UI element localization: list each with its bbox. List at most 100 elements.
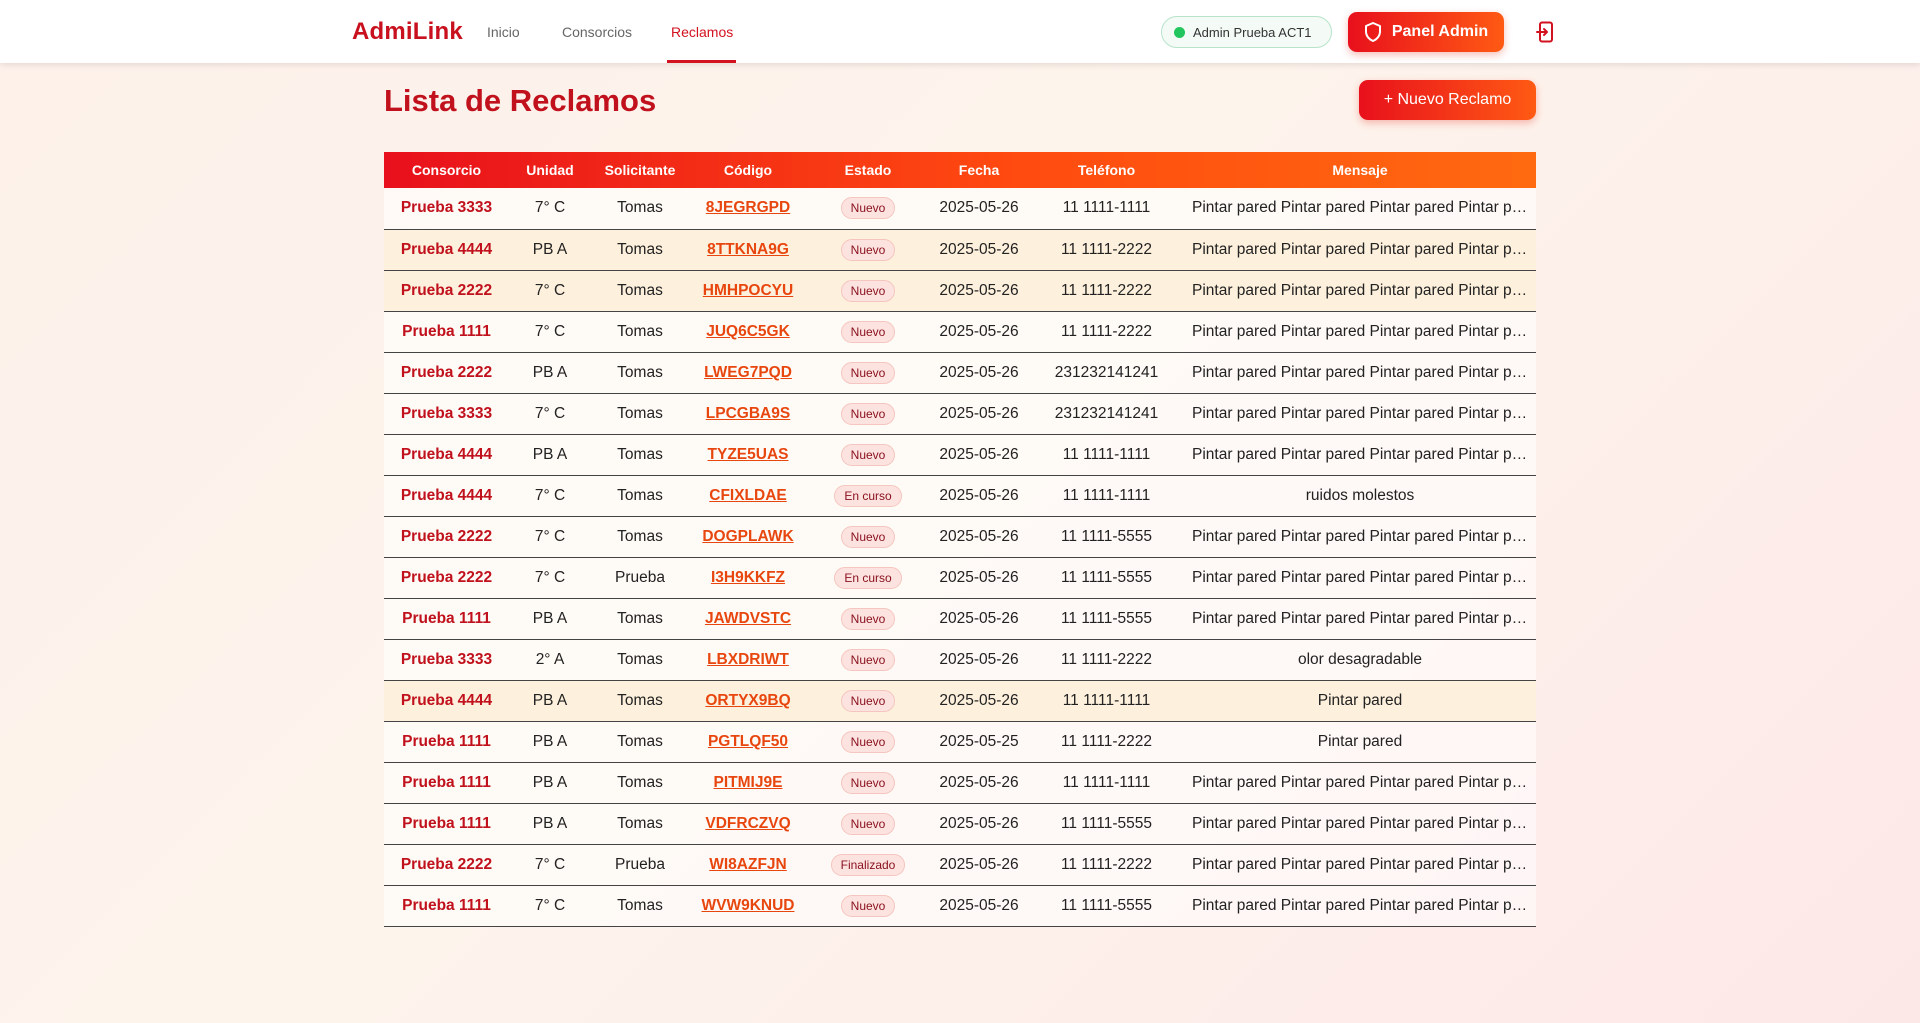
cell-codigo: HMHPOCYU (689, 270, 807, 312)
codigo-link[interactable]: JUQ6C5GK (706, 323, 790, 340)
cell-estado: Nuevo (807, 311, 929, 353)
page-title: Lista de Reclamos (384, 83, 657, 118)
cell-unidad: 2° A (509, 639, 591, 681)
column-header-solicitante[interactable]: Solicitante (591, 152, 689, 188)
codigo-link[interactable]: WI8AZFJN (709, 856, 787, 873)
cell-telefono: 11 1111-5555 (1029, 557, 1184, 599)
table-row[interactable]: Prueba 3333 7° C Tomas 8JEGRGPD Nuevo 2025-05… (384, 188, 1536, 230)
brand-logo[interactable]: AdmiLink (352, 18, 463, 46)
cell-mensaje: Pintar pared Pintar pared Pintar pared P… (1184, 188, 1536, 230)
table-row[interactable]: Prueba 1111 PB A Tomas PITMIJ9E Nuevo 2025-05… (384, 762, 1536, 804)
cell-telefono: 11 1111-5555 (1029, 516, 1184, 558)
nav-inicio[interactable]: Inicio (487, 24, 520, 40)
codigo-link[interactable]: HMHPOCYU (703, 282, 793, 299)
cell-unidad: 7° C (509, 270, 591, 312)
codigo-link[interactable]: WVW9KNUD (702, 897, 795, 914)
cell-unidad: PB A (509, 229, 591, 271)
new-reclamo-button[interactable]: + Nuevo Reclamo (1359, 80, 1536, 120)
cell-consorcio: Prueba 3333 (384, 393, 509, 435)
codigo-link[interactable]: 8JEGRGPD (706, 199, 790, 216)
panel-admin-button[interactable]: Panel Admin (1348, 12, 1504, 52)
cell-telefono: 11 1111-2222 (1029, 844, 1184, 886)
table-row[interactable]: Prueba 4444 PB A Tomas 8TTKNA9G Nuevo 2025-05… (384, 229, 1536, 271)
codigo-link[interactable]: DOGPLAWK (702, 528, 793, 545)
cell-codigo: TYZE5UAS (689, 434, 807, 476)
column-header-mensaje[interactable]: Mensaje (1184, 152, 1536, 188)
table-row[interactable]: Prueba 1111 PB A Tomas VDFRCZVQ Nuevo 2025-05… (384, 803, 1536, 845)
codigo-link[interactable]: CFIXLDAE (709, 487, 787, 504)
codigo-link[interactable]: JAWDVSTC (705, 610, 791, 627)
panel-admin-label: Panel Admin (1391, 23, 1489, 40)
cell-fecha: 2025-05-26 (929, 516, 1029, 558)
cell-mensaje: Pintar pared Pintar pared Pintar pared P… (1184, 557, 1536, 599)
status-badge: Nuevo (840, 279, 896, 302)
cell-consorcio: Prueba 1111 (384, 311, 509, 353)
cell-fecha: 2025-05-26 (929, 680, 1029, 722)
column-header-unidad[interactable]: Unidad (509, 152, 591, 188)
status-badge: Nuevo (840, 402, 896, 425)
nav-reclamos[interactable]: Reclamos (671, 24, 733, 40)
cell-consorcio: Prueba 3333 (384, 188, 509, 230)
cell-mensaje: Pintar pared Pintar pared Pintar pared P… (1184, 229, 1536, 271)
table-row[interactable]: Prueba 3333 2° A Tomas LBXDRIWT Nuevo 2025-05… (384, 639, 1536, 681)
cell-solicitante: Tomas (591, 393, 689, 435)
cell-solicitante: Tomas (591, 885, 689, 927)
cell-telefono: 11 1111-5555 (1029, 803, 1184, 845)
cell-solicitante: Tomas (591, 598, 689, 640)
codigo-link[interactable]: VDFRCZVQ (705, 815, 790, 832)
nav-consorcios[interactable]: Consorcios (562, 24, 632, 40)
column-header-codigo[interactable]: Código (689, 152, 807, 188)
cell-solicitante: Tomas (591, 680, 689, 722)
cell-estado: En curso (807, 557, 929, 599)
cell-unidad: 7° C (509, 393, 591, 435)
cell-estado: Nuevo (807, 229, 929, 271)
cell-codigo: 8TTKNA9G (689, 229, 807, 271)
codigo-link[interactable]: ORTYX9BQ (705, 692, 790, 709)
codigo-link[interactable]: LPCGBA9S (706, 405, 790, 422)
column-header-fecha[interactable]: Fecha (929, 152, 1029, 188)
column-header-estado[interactable]: Estado (807, 152, 929, 188)
cell-codigo: JAWDVSTC (689, 598, 807, 640)
codigo-link[interactable]: LBXDRIWT (707, 651, 789, 668)
cell-mensaje: Pintar pared Pintar pared Pintar pared P… (1184, 516, 1536, 558)
status-badge: Nuevo (840, 894, 896, 917)
table-row[interactable]: Prueba 4444 PB A Tomas TYZE5UAS Nuevo 2025-05… (384, 434, 1536, 476)
cell-fecha: 2025-05-26 (929, 557, 1029, 599)
column-header-telefono[interactable]: Teléfono (1029, 152, 1184, 188)
table-header-row: Consorcio Unidad Solicitante Código Esta… (384, 152, 1536, 188)
codigo-link[interactable]: LWEG7PQD (704, 364, 792, 381)
cell-mensaje: Pintar pared (1184, 721, 1536, 763)
logout-icon[interactable] (1536, 21, 1556, 43)
cell-telefono: 11 1111-1111 (1029, 680, 1184, 722)
codigo-link[interactable]: PGTLQF50 (708, 733, 788, 750)
cell-solicitante: Tomas (591, 434, 689, 476)
table-row[interactable]: Prueba 1111 PB A Tomas JAWDVSTC Nuevo 2025-05… (384, 598, 1536, 640)
cell-consorcio: Prueba 4444 (384, 229, 509, 271)
table-row[interactable]: Prueba 4444 7° C Tomas CFIXLDAE En curso 2025… (384, 475, 1536, 517)
table-row[interactable]: Prueba 2222 7° C Prueba I3H9KKFZ En curso 202… (384, 557, 1536, 599)
codigo-link[interactable]: TYZE5UAS (708, 446, 789, 463)
cell-unidad: PB A (509, 352, 591, 394)
table-row[interactable]: Prueba 2222 PB A Tomas LWEG7PQD Nuevo 2025-05… (384, 352, 1536, 394)
table-row[interactable]: Prueba 1111 7° C Tomas WVW9KNUD Nuevo 2025-05… (384, 885, 1536, 927)
table-row[interactable]: Prueba 2222 7° C Tomas DOGPLAWK Nuevo 2025-05… (384, 516, 1536, 558)
table-row[interactable]: Prueba 1111 PB A Tomas PGTLQF50 Nuevo 2025-05… (384, 721, 1536, 763)
nav-active-indicator (667, 60, 736, 63)
cell-codigo: 8JEGRGPD (689, 188, 807, 230)
table-row[interactable]: Prueba 1111 7° C Tomas JUQ6C5GK Nuevo 2025-05… (384, 311, 1536, 353)
table-row[interactable]: Prueba 2222 7° C Tomas HMHPOCYU Nuevo 2025-05… (384, 270, 1536, 312)
cell-consorcio: Prueba 4444 (384, 434, 509, 476)
cell-consorcio: Prueba 1111 (384, 803, 509, 845)
table-row[interactable]: Prueba 4444 PB A Tomas ORTYX9BQ Nuevo 2025-05… (384, 680, 1536, 722)
status-badge: Nuevo (840, 443, 896, 466)
cell-fecha: 2025-05-26 (929, 270, 1029, 312)
column-header-consorcio[interactable]: Consorcio (384, 152, 509, 188)
codigo-link[interactable]: I3H9KKFZ (711, 569, 785, 586)
cell-codigo: I3H9KKFZ (689, 557, 807, 599)
table-row[interactable]: Prueba 2222 7° C Prueba WI8AZFJN Finalizado 2… (384, 844, 1536, 886)
cell-solicitante: Tomas (591, 311, 689, 353)
table-row[interactable]: Prueba 3333 7° C Tomas LPCGBA9S Nuevo 2025-05… (384, 393, 1536, 435)
codigo-link[interactable]: PITMIJ9E (714, 774, 783, 791)
codigo-link[interactable]: 8TTKNA9G (707, 241, 789, 258)
status-badge: Nuevo (840, 689, 896, 712)
